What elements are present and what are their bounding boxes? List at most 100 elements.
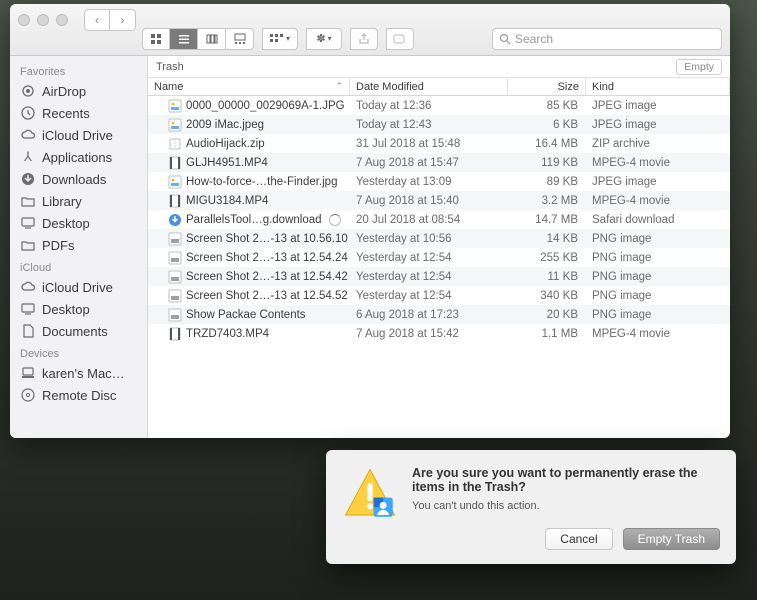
confirm-empty-button[interactable]: Empty Trash (623, 528, 720, 550)
confirm-dialog: Are you sure you want to permanently era… (326, 450, 736, 564)
table-row[interactable]: AudioHijack.zip31 Jul 2018 at 15:4816.4 … (148, 134, 730, 153)
file-zip-icon (168, 137, 182, 151)
action-button[interactable]: ✽▾ (306, 28, 342, 50)
sidebar-item-label: Recents (42, 106, 90, 121)
col-name[interactable]: Name⌃ (148, 78, 350, 95)
sidebar-item-label: Desktop (42, 216, 90, 231)
empty-trash-button[interactable]: Empty (676, 59, 722, 75)
file-name: 2009 iMac.jpeg (186, 119, 264, 131)
sidebar-item[interactable]: PDFs (10, 234, 147, 256)
sidebar-item[interactable]: Desktop (10, 298, 147, 320)
file-date: Today at 12:43 (350, 119, 508, 131)
sidebar-item[interactable]: ⅄Applications (10, 146, 147, 168)
file-date: 6 Aug 2018 at 17:23 (350, 309, 508, 321)
table-row[interactable]: 0000_00000_0029069A-1.JPGToday at 12:368… (148, 96, 730, 115)
file-mov-icon (168, 327, 182, 341)
table-row[interactable]: 2009 iMac.jpeg Today at 12:436 KBJPEG ima… (148, 115, 730, 134)
file-name: Screen Shot 2…-13 at 12.54.24 (186, 252, 348, 264)
search-input[interactable]: Search (492, 28, 722, 50)
file-name: 0000_00000_0029069A-1.JPG (186, 100, 345, 112)
tags-button[interactable] (386, 28, 414, 50)
col-date[interactable]: Date Modified (350, 78, 508, 95)
table-row[interactable]: TRZD7403.MP47 Aug 2018 at 15:421.1 MBMPE… (148, 324, 730, 343)
file-png-icon (168, 251, 182, 265)
view-mode-group (142, 28, 254, 50)
sidebar-item[interactable]: iCloud Drive (10, 124, 147, 146)
folder-icon (20, 237, 36, 253)
sidebar-item[interactable]: Desktop (10, 212, 147, 234)
file-name: Screen Shot 2…-13 at 10.56.10 (186, 233, 348, 245)
sidebar-item[interactable]: AirDrop (10, 80, 147, 102)
sidebar-item[interactable]: Remote Disc (10, 384, 147, 406)
file-kind: JPEG image (586, 119, 730, 131)
sidebar-item-label: Library (42, 194, 82, 209)
view-gallery-button[interactable] (226, 28, 254, 50)
traffic-lights[interactable] (18, 14, 68, 26)
file-date: Today at 12:36 (350, 100, 508, 112)
table-row[interactable]: ParallelsTool…g.download20 Jul 2018 at 0… (148, 210, 730, 229)
file-date: Yesterday at 12:54 (350, 252, 508, 264)
sidebar-section-header: iCloud (10, 256, 147, 276)
view-columns-button[interactable] (198, 28, 226, 50)
sidebar-item[interactable]: Library (10, 190, 147, 212)
sidebar-item-label: AirDrop (42, 84, 86, 99)
forward-button[interactable]: › (110, 9, 136, 31)
sidebar-item[interactable]: karen's Mac… (10, 362, 147, 384)
sidebar-item-label: karen's Mac… (42, 366, 125, 381)
desktop-icon (20, 215, 36, 231)
col-size[interactable]: Size (508, 78, 586, 95)
file-kind: PNG image (586, 252, 730, 264)
back-button[interactable]: ‹ (84, 9, 110, 31)
progress-icon (329, 214, 341, 226)
file-name: GLJH4951.MP4 (186, 157, 268, 169)
cancel-button[interactable]: Cancel (545, 528, 612, 550)
file-png-icon (168, 289, 182, 303)
finder-window: Trash ‹ › ▾ ✽▾ (10, 4, 730, 438)
mac-icon (20, 365, 36, 381)
folder-icon (20, 193, 36, 209)
download-icon (20, 171, 36, 187)
table-row[interactable]: Screen Shot 2…-13 at 10.56.10Yesterday a… (148, 229, 730, 248)
file-name: Screen Shot 2…-13 at 12.54.52 (186, 290, 348, 302)
sidebar-item-label: Downloads (42, 172, 106, 187)
col-kind[interactable]: Kind (586, 78, 730, 95)
file-list: 0000_00000_0029069A-1.JPGToday at 12:368… (148, 96, 730, 438)
share-button[interactable] (350, 28, 378, 50)
file-size: 20 KB (508, 309, 586, 321)
view-icons-button[interactable] (142, 28, 170, 50)
file-jpg-icon (168, 118, 182, 132)
table-row[interactable]: Show Packae Contents6 Aug 2018 at 17:232… (148, 305, 730, 324)
table-row[interactable]: MIGU3184.MP47 Aug 2018 at 15:403.2 MBMPE… (148, 191, 730, 210)
sidebar-item[interactable]: Recents (10, 102, 147, 124)
sidebar-item[interactable]: iCloud Drive (10, 276, 147, 298)
sidebar-section-header: Devices (10, 342, 147, 362)
arrange-button[interactable]: ▾ (262, 28, 298, 50)
file-kind: PNG image (586, 271, 730, 283)
sidebar-item[interactable]: Documents (10, 320, 147, 342)
file-kind: MPEG-4 movie (586, 328, 730, 340)
file-dl-icon (168, 213, 182, 227)
airdrop-icon (20, 83, 36, 99)
file-size: 11 KB (508, 271, 586, 283)
table-row[interactable]: Screen Shot 2…-13 at 12.54.52Yesterday a… (148, 286, 730, 305)
table-row[interactable]: How-to-force-…the-Finder.jpgYesterday at… (148, 172, 730, 191)
file-size: 6 KB (508, 119, 586, 131)
file-name: ParallelsTool…g.download (186, 214, 322, 226)
file-kind: MPEG-4 movie (586, 195, 730, 207)
table-row[interactable]: Screen Shot 2…-13 at 12.54.24Yesterday a… (148, 248, 730, 267)
path-label: Trash (156, 61, 184, 73)
file-size: 14 KB (508, 233, 586, 245)
file-size: 255 KB (508, 252, 586, 264)
titlebar: ‹ › ▾ ✽▾ Search (10, 4, 730, 56)
view-list-button[interactable] (170, 28, 198, 50)
sidebar-item[interactable]: Downloads (10, 168, 147, 190)
file-png-icon (168, 270, 182, 284)
file-date: 7 Aug 2018 at 15:47 (350, 157, 508, 169)
file-date: Yesterday at 10:56 (350, 233, 508, 245)
file-kind: MPEG-4 movie (586, 157, 730, 169)
table-row[interactable]: Screen Shot 2…-13 at 12.54.42Yesterday a… (148, 267, 730, 286)
file-png-icon (168, 308, 182, 322)
sidebar-item-label: PDFs (42, 238, 75, 253)
sidebar-item-label: Documents (42, 324, 108, 339)
table-row[interactable]: GLJH4951.MP47 Aug 2018 at 15:47119 KBMPE… (148, 153, 730, 172)
